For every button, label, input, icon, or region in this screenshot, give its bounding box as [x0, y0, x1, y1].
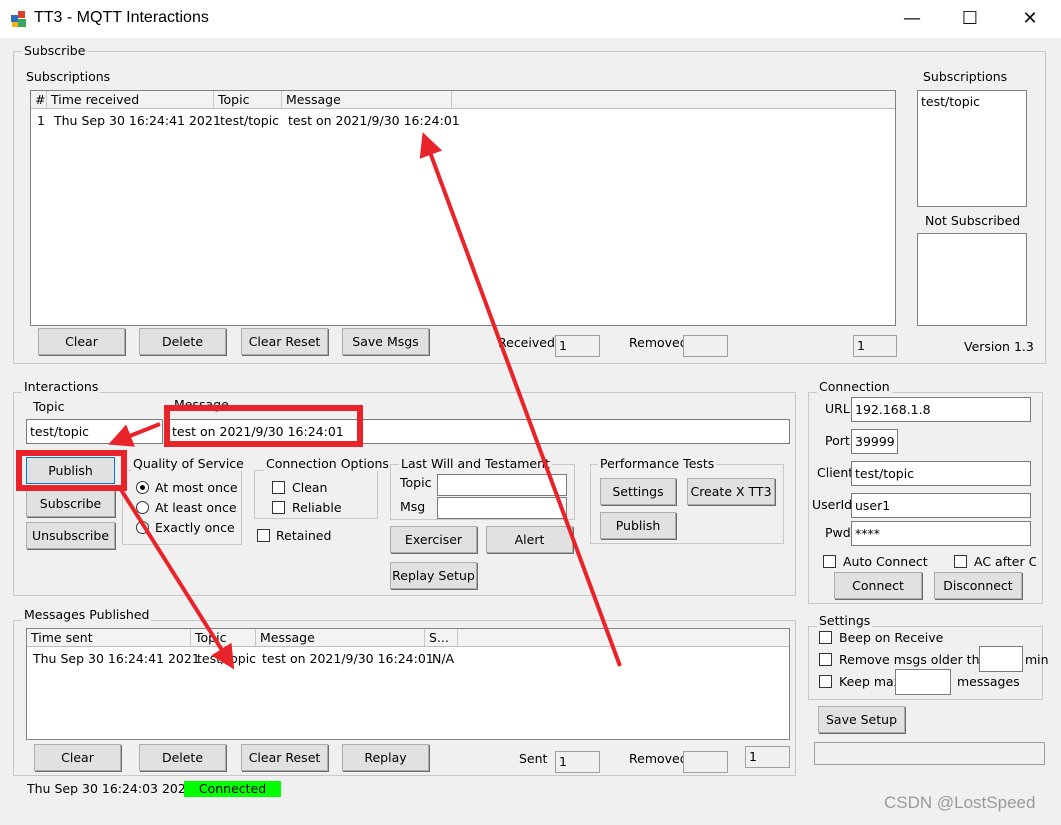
arrow-published-to-received — [419, 132, 622, 667]
arrow-message-to-topic — [108, 422, 161, 447]
annotation-arrows — [108, 132, 622, 670]
arrow-publish-to-published — [118, 486, 235, 670]
